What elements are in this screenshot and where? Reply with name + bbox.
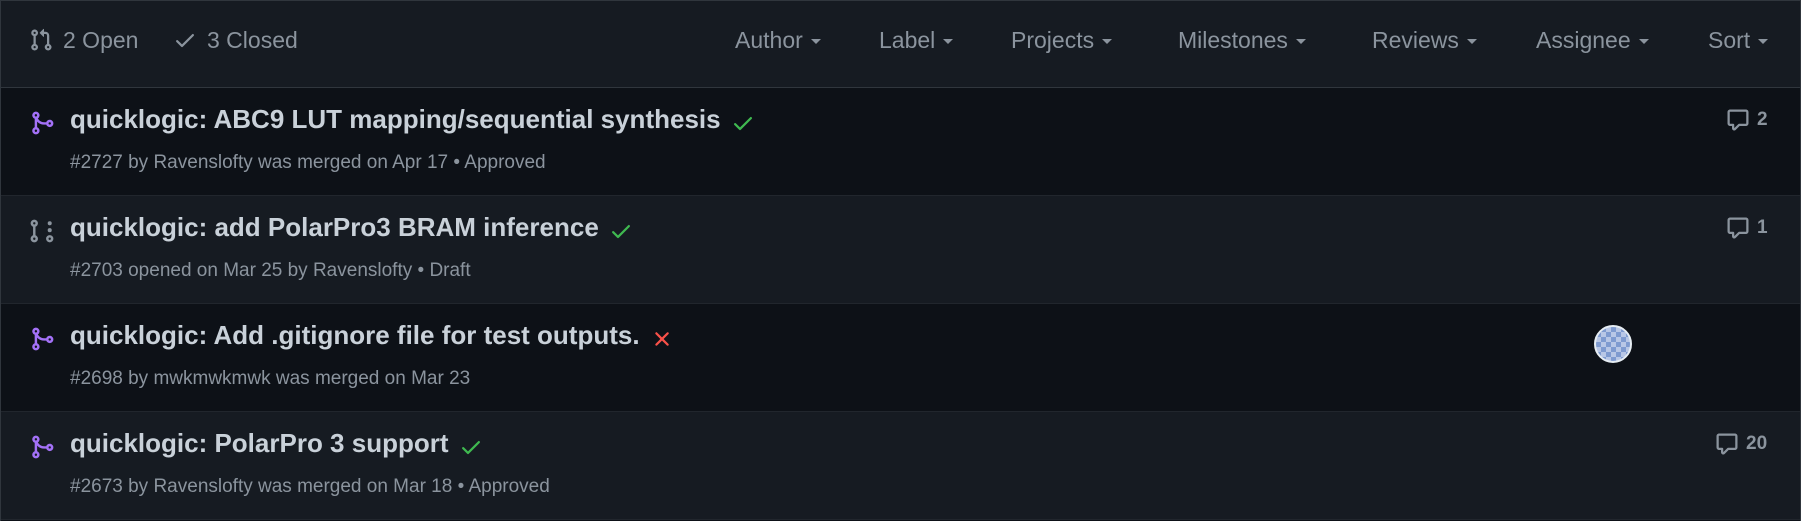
caret-down-icon [943, 38, 954, 44]
pr-meta: #2698 by mwkmwkmwk was merged on Mar 23 [70, 368, 471, 389]
sort-filter[interactable]: Sort [1708, 23, 1769, 57]
comment-icon [1727, 109, 1749, 131]
pr-meta: #2703 opened on Mar 25 by Ravenslofty • … [70, 260, 471, 281]
merged-pr-icon [32, 435, 54, 459]
check-success-icon[interactable] [459, 435, 483, 459]
merged-pr-icon [32, 327, 54, 351]
assignee-filter-label: Assignee [1536, 26, 1631, 53]
check-success-icon[interactable] [609, 219, 633, 243]
assignee-avatar[interactable] [1594, 325, 1632, 363]
pr-title-link[interactable]: quicklogic: add PolarPro3 BRAM inference [70, 212, 599, 243]
comments-link[interactable]: 20 [1715, 432, 1767, 456]
check-success-icon[interactable] [731, 111, 755, 135]
open-filter[interactable]: 2 Open [29, 23, 138, 57]
milestones-filter[interactable]: Milestones [1178, 23, 1306, 57]
merged-pr-icon [32, 111, 54, 135]
comment-count: 20 [1746, 433, 1768, 454]
pr-title-link[interactable]: quicklogic: Add .gitignore file for test… [70, 320, 640, 351]
sort-filter-label: Sort [1708, 26, 1751, 53]
caret-down-icon [810, 38, 821, 44]
pr-meta: #2673 by Ravenslofty was merged on Mar 1… [70, 476, 550, 497]
caret-down-icon [1466, 38, 1477, 44]
closed-filter[interactable]: 3 Closed [173, 23, 298, 57]
author-filter[interactable]: Author [735, 23, 821, 57]
caret-down-icon [1102, 38, 1113, 44]
list-header: 2 Open 3 Closed Author Label Projects Mi… [1, 1, 1800, 88]
projects-filter[interactable]: Projects [1011, 23, 1113, 57]
label-filter-label: Label [879, 26, 936, 53]
list-item[interactable]: quicklogic: ABC9 LUT mapping/sequential … [1, 88, 1800, 196]
comments-link[interactable]: 2 [1726, 108, 1768, 132]
projects-filter-label: Projects [1011, 26, 1095, 53]
reviews-filter-label: Reviews [1372, 26, 1459, 53]
draft-pr-icon [30, 219, 54, 243]
list-item[interactable]: quicklogic: Add .gitignore file for test… [1, 304, 1800, 412]
x-failure-icon[interactable] [650, 327, 674, 351]
comment-icon [1716, 433, 1738, 455]
pr-meta: #2727 by Ravenslofty was merged on Apr 1… [70, 152, 546, 173]
list-item[interactable]: quicklogic: add PolarPro3 BRAM inference… [1, 196, 1800, 304]
author-filter-label: Author [735, 26, 803, 53]
closed-count-label: 3 Closed [207, 26, 298, 53]
comment-count: 1 [1757, 217, 1768, 238]
check-icon [176, 34, 194, 48]
comment-icon [1727, 217, 1749, 239]
assignee-filter[interactable]: Assignee [1536, 23, 1649, 57]
comment-count: 2 [1757, 109, 1768, 130]
list-item[interactable]: quicklogic: PolarPro 3 support #2673 by … [1, 412, 1800, 520]
pull-request-icon [31, 28, 52, 51]
label-filter[interactable]: Label [879, 23, 954, 57]
caret-down-icon [1758, 38, 1769, 44]
pr-title-link[interactable]: quicklogic: ABC9 LUT mapping/sequential … [70, 104, 721, 135]
pr-title-link[interactable]: quicklogic: PolarPro 3 support [70, 428, 449, 459]
milestones-filter-label: Milestones [1178, 26, 1288, 53]
comments-link[interactable]: 1 [1726, 216, 1768, 240]
reviews-filter[interactable]: Reviews [1372, 23, 1477, 57]
open-count-label: 2 Open [63, 26, 139, 53]
caret-down-icon [1295, 38, 1306, 44]
pull-request-list: 2 Open 3 Closed Author Label Projects Mi… [0, 0, 1801, 521]
caret-down-icon [1638, 38, 1649, 44]
